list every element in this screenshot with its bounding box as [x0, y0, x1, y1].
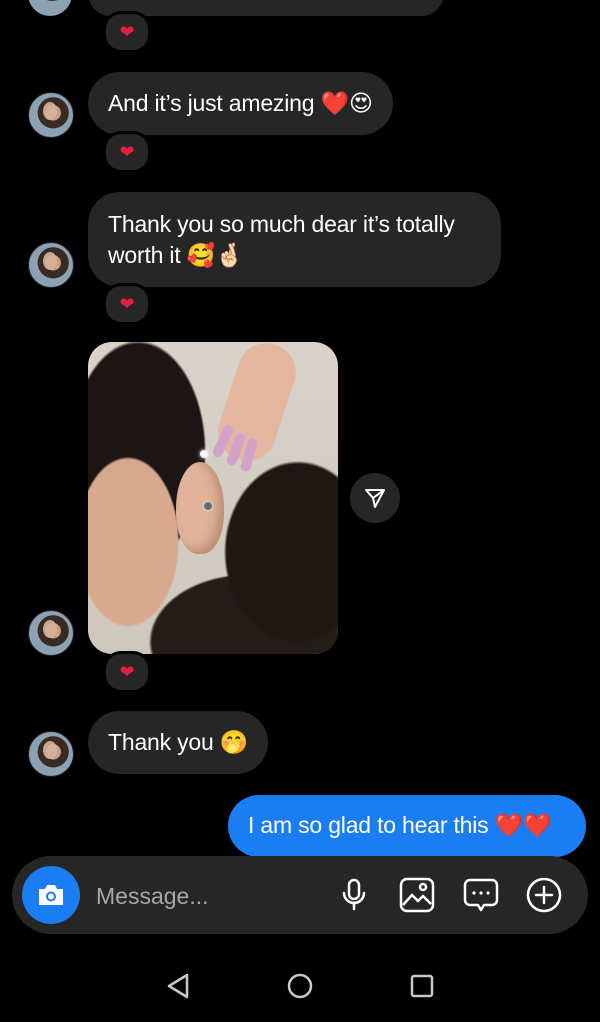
share-button[interactable] — [350, 473, 400, 523]
sender-avatar[interactable] — [28, 92, 74, 138]
home-circle-icon — [287, 973, 313, 999]
sticker-button[interactable] — [461, 875, 501, 915]
back-triangle-icon — [167, 973, 189, 999]
heart-reaction[interactable]: ❤ — [103, 131, 151, 173]
add-button[interactable] — [524, 875, 564, 915]
partial-avatar[interactable] — [28, 0, 72, 16]
nav-home-button[interactable] — [280, 966, 320, 1006]
gallery-icon — [399, 877, 435, 913]
sender-avatar[interactable] — [28, 610, 74, 656]
earring-icon — [200, 450, 208, 458]
camera-button[interactable] — [22, 866, 80, 924]
message-bubble-incoming[interactable]: Thank you so much dear it’s totally wort… — [88, 192, 501, 287]
nav-back-button[interactable] — [158, 966, 198, 1006]
nav-recents-button[interactable] — [402, 966, 442, 1006]
gallery-button[interactable] — [397, 875, 437, 915]
sticker-chat-icon — [463, 878, 499, 912]
shared-photo[interactable] — [88, 342, 338, 654]
system-navigation-bar — [0, 944, 600, 1022]
message-input[interactable] — [94, 878, 328, 914]
voice-button[interactable] — [334, 875, 374, 915]
camera-icon — [39, 885, 63, 905]
message-bubble-outgoing[interactable]: I am so glad to hear this ❤️❤️ — [228, 795, 586, 857]
add-icon — [526, 877, 562, 913]
earring-icon — [204, 502, 212, 510]
heart-reaction[interactable]: ❤ — [103, 651, 151, 693]
sender-avatar[interactable] — [28, 242, 74, 288]
send-arrow-icon — [365, 489, 385, 508]
sender-avatar[interactable] — [28, 731, 74, 777]
recents-square-icon — [410, 974, 434, 998]
heart-reaction[interactable]: ❤ — [103, 283, 151, 325]
message-bubble-incoming[interactable]: And it’s just amezing ❤️😍 — [88, 72, 393, 135]
microphone-icon — [342, 878, 366, 911]
message-bubble-incoming[interactable]: Thank you 🤭 — [88, 711, 269, 774]
message-composer — [12, 856, 588, 934]
photo-ear — [176, 462, 224, 554]
heart-reaction[interactable]: ❤ — [103, 11, 151, 53]
